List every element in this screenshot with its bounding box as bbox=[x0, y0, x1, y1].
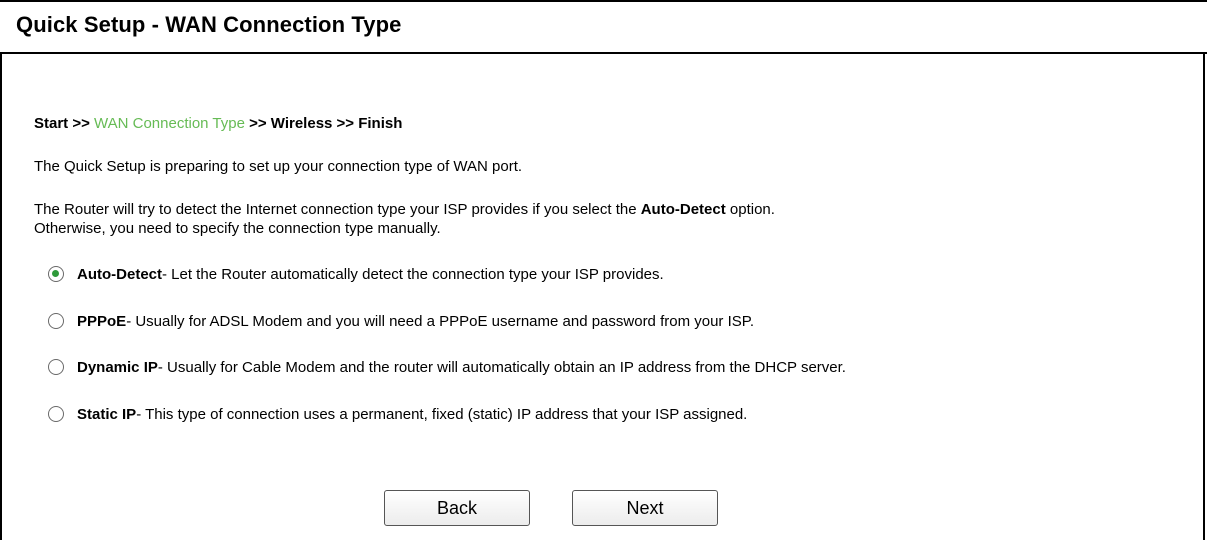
radio-pppoe[interactable] bbox=[48, 313, 64, 329]
next-button[interactable]: Next bbox=[572, 490, 718, 526]
option-dynamic-ip[interactable]: Dynamic IP - Usually for Cable Modem and… bbox=[48, 356, 846, 378]
option-pppoe-desc: - Usually for ADSL Modem and you will ne… bbox=[126, 312, 754, 330]
auto-detect-note-bold: Auto-Detect bbox=[640, 201, 726, 218]
option-auto-detect[interactable]: Auto-Detect - Let the Router automatical… bbox=[48, 263, 664, 285]
manual-note: Otherwise, you need to specify the conne… bbox=[34, 220, 441, 237]
radio-static-ip[interactable] bbox=[48, 406, 64, 422]
option-auto-detect-label: Auto-Detect bbox=[77, 265, 162, 283]
option-pppoe[interactable]: PPPoE - Usually for ADSL Modem and you w… bbox=[48, 310, 754, 332]
breadcrumb: Start >> WAN Connection Type >> Wireless… bbox=[34, 115, 402, 132]
option-static-ip-label: Static IP bbox=[77, 405, 137, 423]
option-dynamic-ip-desc: - Usually for Cable Modem and the router… bbox=[157, 358, 846, 376]
option-dynamic-ip-label: Dynamic IP bbox=[77, 358, 158, 376]
radio-auto-detect[interactable] bbox=[48, 266, 64, 282]
back-button[interactable]: Back bbox=[384, 490, 530, 526]
auto-detect-note: The Router will try to detect the Intern… bbox=[34, 200, 775, 219]
option-static-ip[interactable]: Static IP - This type of connection uses… bbox=[48, 403, 747, 425]
auto-detect-note-post: option. bbox=[725, 201, 775, 218]
title-bar: Quick Setup - WAN Connection Type bbox=[0, 0, 1207, 54]
breadcrumb-rest: >> Wireless >> Finish bbox=[244, 115, 403, 132]
breadcrumb-start: Start >> bbox=[34, 115, 95, 132]
page-title: Quick Setup - WAN Connection Type bbox=[16, 12, 402, 37]
option-auto-detect-desc: - Let the Router automatically detect th… bbox=[162, 265, 664, 283]
radio-dynamic-ip[interactable] bbox=[48, 359, 64, 375]
option-static-ip-desc: - This type of connection uses a permane… bbox=[136, 405, 748, 423]
intro-text: The Quick Setup is preparing to set up y… bbox=[34, 158, 523, 175]
breadcrumb-current: WAN Connection Type bbox=[94, 115, 245, 132]
option-pppoe-label: PPPoE bbox=[77, 312, 127, 330]
auto-detect-note-pre: The Router will try to detect the Intern… bbox=[34, 201, 641, 218]
